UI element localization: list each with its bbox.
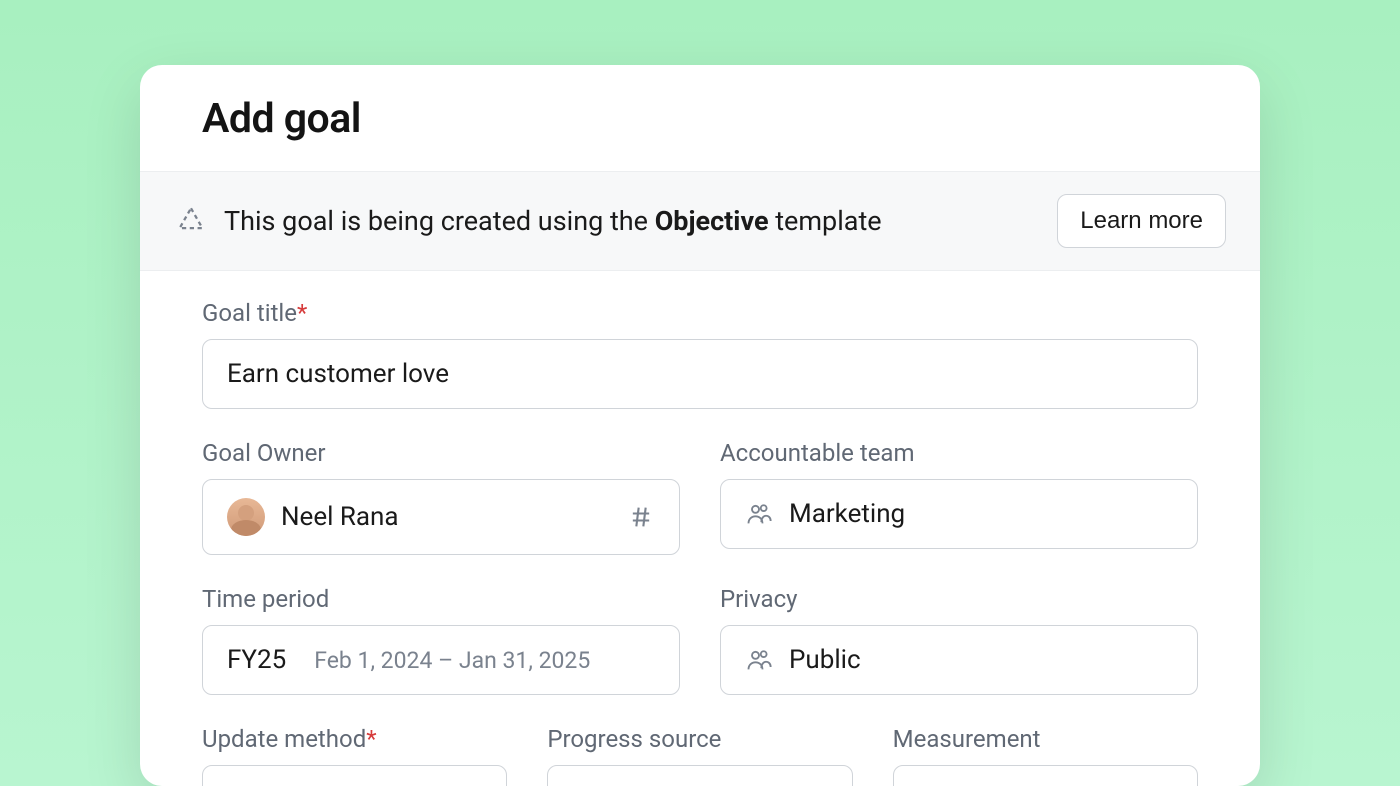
time-period-label: Time period [202,585,680,613]
time-privacy-row: Time period FY25 Feb 1, 2024 – Jan 31, 2… [202,585,1198,695]
privacy-input[interactable]: Public [720,625,1198,695]
form-body: Goal title* Earn customer love Goal Owne… [140,271,1260,786]
banner-content: This goal is being created using the Obj… [174,204,882,238]
people-icon [745,646,773,674]
add-goal-modal: Add goal This goal is being created usin… [140,65,1260,786]
measurement-label: Measurement [893,725,1198,753]
banner-text: This goal is being created using the Obj… [224,205,882,237]
update-method-label: Update method* [202,725,507,753]
goal-owner-label: Goal Owner [202,439,680,467]
progress-source-field: Progress source Sub-goals [547,725,852,786]
time-period-input[interactable]: FY25 Feb 1, 2024 – Jan 31, 2025 [202,625,680,695]
progress-source-input[interactable]: Sub-goals [547,765,852,786]
accountable-team-input[interactable]: Marketing [720,479,1198,549]
goal-title-input[interactable]: Earn customer love [202,339,1198,409]
accountable-team-label: Accountable team [720,439,1198,467]
accountable-team-field: Accountable team Marketing [720,439,1198,555]
triangle-recycle-icon [174,204,208,238]
learn-more-button[interactable]: Learn more [1057,194,1226,248]
template-info-banner: This goal is being created using the Obj… [140,172,1260,271]
goal-title-field: Goal title* Earn customer love [202,299,1198,409]
time-period-field: Time period FY25 Feb 1, 2024 – Jan 31, 2… [202,585,680,695]
method-source-measure-row: Update method* Automatic Progress source [202,725,1198,786]
people-icon [745,500,773,528]
modal-title: Add goal [202,95,1198,143]
measurement-field: Measurement Percent [893,725,1198,786]
owner-team-row: Goal Owner Neel Rana Accountable team [202,439,1198,555]
modal-header: Add goal [140,65,1260,172]
privacy-field: Privacy Public [720,585,1198,695]
progress-source-label: Progress source [547,725,852,753]
goal-owner-input[interactable]: Neel Rana [202,479,680,555]
hash-icon [627,503,655,531]
update-method-input[interactable]: Automatic [202,765,507,786]
privacy-label: Privacy [720,585,1198,613]
measurement-input[interactable]: Percent [893,765,1198,786]
goal-owner-field: Goal Owner Neel Rana [202,439,680,555]
goal-title-label: Goal title* [202,299,1198,327]
avatar-icon [227,498,265,536]
update-method-field: Update method* Automatic [202,725,507,786]
